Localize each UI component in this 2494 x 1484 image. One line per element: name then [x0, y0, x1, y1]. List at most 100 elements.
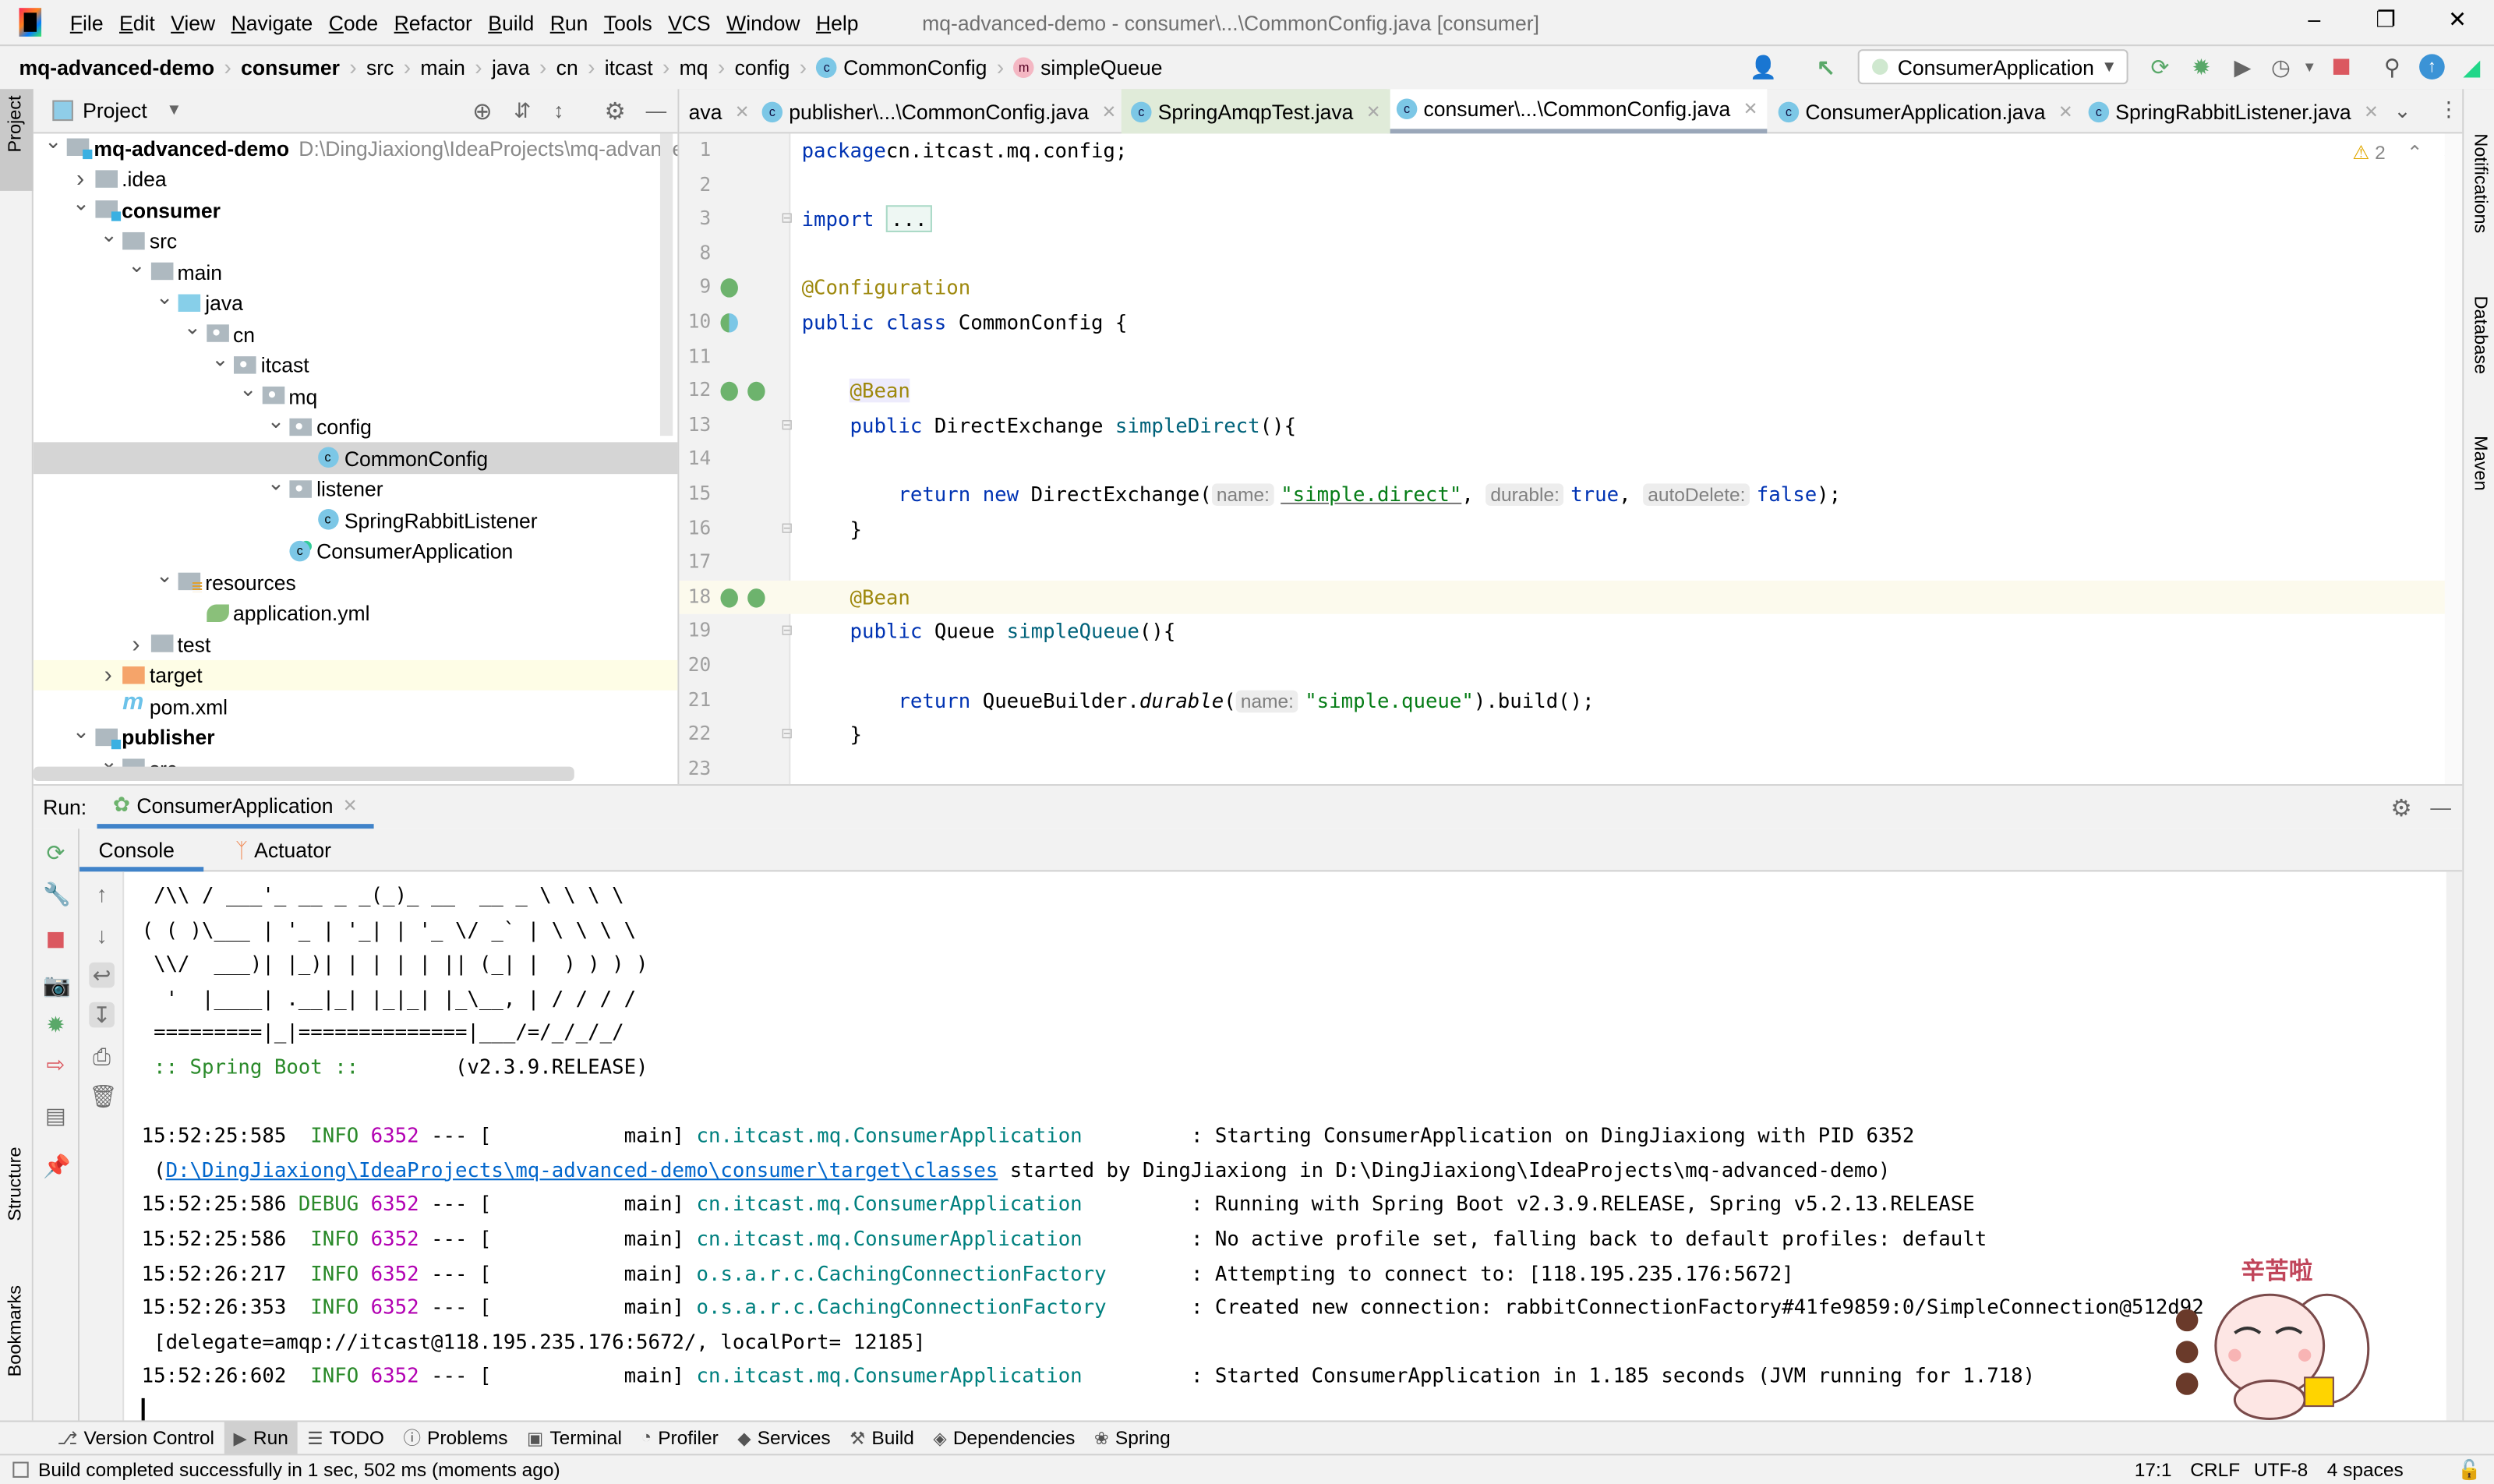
file-path-link[interactable]: D:\DingJiaxiong\IdeaProjects\mq-advanced… [166, 1157, 998, 1182]
spring-bean-icon[interactable] [747, 382, 765, 401]
caret-position[interactable]: 17:1 [2135, 1458, 2172, 1481]
run-tab[interactable]: ✿ ConsumerApplication ✕ [97, 786, 373, 829]
tree-item[interactable]: c ConsumerApplication [34, 535, 678, 567]
breadcrumb-class[interactable]: CommonConfig [843, 55, 987, 79]
trash-icon[interactable]: 🗑 [89, 1083, 117, 1109]
folded-imports[interactable]: ... [885, 205, 932, 233]
rerun-icon[interactable]: ⟳ [43, 840, 69, 866]
close-tab-icon[interactable]: ✕ [343, 794, 358, 814]
tree-item[interactable]: ⌄ config [34, 408, 678, 443]
tool-window-profiler[interactable]: ◔ Profiler [631, 1421, 728, 1454]
chevron-right-icon[interactable]: › [72, 165, 88, 193]
tree-item[interactable]: ⌄ java [34, 284, 678, 319]
hide-icon[interactable]: — [646, 99, 667, 123]
tool-window-spring[interactable]: ❀ Spring [1085, 1421, 1180, 1454]
profile-icon[interactable]: ◷ [2268, 54, 2294, 80]
gear-icon[interactable]: ⚙ [605, 96, 626, 125]
code-editor[interactable]: 1 packagecn.itcast.mq.config; 2 3 ⊟ import ..… [679, 133, 2463, 785]
tab-console[interactable]: Console [79, 829, 204, 872]
layout-icon[interactable]: ▤ [43, 1102, 69, 1128]
status-message[interactable]: Build completed successfully in 1 sec, 5… [38, 1458, 560, 1481]
breadcrumb-item[interactable]: itcast [605, 55, 653, 79]
debug-icon[interactable]: ✹ [43, 1012, 69, 1037]
chevron-down-icon[interactable]: ▼ [166, 102, 182, 119]
print-icon[interactable]: ⎙ [89, 1044, 115, 1069]
menu-navigate[interactable]: Navigate [231, 10, 313, 34]
tree-item[interactable]: ⌄ itcast [34, 346, 678, 380]
fold-icon[interactable]: ⊟ [781, 615, 793, 649]
console-output[interactable]: /\\ / ___'_ __ _ _(_)_ __ __ _ \ \ \ \ ( … [124, 871, 2446, 1422]
login-icon[interactable]: ⇨ [43, 1051, 69, 1077]
close-tab-icon[interactable]: ✕ [2364, 101, 2379, 122]
scroll-to-end-icon[interactable]: ↧ [89, 1002, 115, 1028]
more-icon[interactable]: ⋮ [2439, 97, 2460, 122]
tool-window-version-control[interactable]: ⎇ Version Control [48, 1421, 224, 1454]
close-tab-icon[interactable]: ✕ [735, 101, 750, 122]
chevron-down-icon[interactable]: ⌄ [156, 284, 173, 310]
file-encoding[interactable]: UTF-8 [2254, 1458, 2308, 1481]
spring-bean-icon[interactable] [720, 588, 738, 608]
editor-tab[interactable]: c SpringRabbitListener.java ✕ [2079, 89, 2388, 133]
spring-bean-icon[interactable] [747, 588, 765, 608]
horizontal-scrollbar[interactable] [33, 766, 574, 782]
build-hammer-icon[interactable]: ↖ [1814, 54, 1839, 80]
chevron-down-icon[interactable]: ⌄ [72, 191, 90, 217]
chevron-right-icon[interactable]: › [128, 631, 143, 658]
menu-edit[interactable]: Edit [119, 10, 155, 34]
menu-help[interactable]: Help [816, 10, 859, 34]
tree-item[interactable]: ⌄ cn [34, 316, 678, 350]
tree-item[interactable]: › test [34, 629, 678, 660]
breadcrumb-item[interactable]: config [735, 55, 790, 79]
tool-window-todo[interactable]: ☰ TODO [298, 1421, 394, 1454]
close-tab-icon[interactable]: ✕ [1743, 99, 1758, 119]
menu-file[interactable]: File [70, 10, 104, 34]
tree-item[interactable]: application.yml [34, 598, 678, 629]
project-tool-button[interactable]: Project [0, 89, 34, 191]
tree-item[interactable]: › target [33, 659, 678, 691]
status-toggle-icon[interactable] [12, 1461, 29, 1478]
stop-icon[interactable] [2329, 54, 2354, 80]
breadcrumb-item[interactable]: mq [680, 55, 708, 79]
breadcrumb-item[interactable]: src [366, 55, 394, 79]
tool-window-services[interactable]: ◆ Services [728, 1421, 840, 1454]
menu-view[interactable]: View [171, 10, 215, 34]
lock-icon[interactable]: 🔓 [2457, 1458, 2482, 1481]
notifications-tool-button[interactable]: Notifications [2470, 133, 2489, 233]
tree-item[interactable]: c CommonConfig [33, 442, 678, 474]
arrow-down-icon[interactable]: ↓ [89, 923, 115, 949]
editor-tab[interactable]: c ConsumerApplication.java ✕ [1768, 89, 2082, 133]
project-view-select[interactable]: Project [83, 99, 147, 123]
expand-all-icon[interactable]: ⇵ [514, 98, 531, 124]
debug-icon[interactable]: ✹ [2188, 54, 2214, 80]
hide-icon[interactable]: — [2430, 795, 2451, 819]
tool-window-run[interactable]: ▶ Run [224, 1421, 299, 1455]
close-icon[interactable]: ✕ [2442, 6, 2474, 34]
breadcrumb-item[interactable]: mq-advanced-demo [19, 55, 214, 79]
tree-item[interactable]: ⌄ listener [34, 471, 678, 505]
chevron-down-icon[interactable]: ⌄ [211, 346, 228, 372]
jetbrains-toolbox-icon[interactable]: ◢ [2459, 54, 2485, 80]
spring-class-icon[interactable] [720, 313, 738, 333]
editor-tab[interactable]: c SpringAmqpTest.java ✕ [1121, 89, 1390, 134]
breadcrumb-item[interactable]: consumer [241, 55, 340, 79]
editor-tab[interactable]: c consumer\...\CommonConfig.java ✕ [1387, 89, 1768, 134]
chevron-down-icon[interactable]: ⌄ [239, 377, 256, 403]
tool-window-problems[interactable]: ⓘ Problems [394, 1421, 518, 1454]
stop-icon[interactable] [43, 928, 69, 953]
account-icon[interactable]: 👤 [1750, 54, 1778, 80]
tree-item[interactable]: ⌄ consumer [34, 191, 678, 225]
wrench-icon[interactable]: 🔧 [43, 882, 71, 907]
close-tab-icon[interactable]: ✕ [1101, 101, 1116, 122]
menu-refactor[interactable]: Refactor [394, 10, 472, 34]
arrow-up-icon[interactable]: ↑ [89, 882, 115, 907]
database-tool-button[interactable]: Database [2470, 296, 2489, 374]
bookmarks-tool-button[interactable]: Bookmarks [6, 1285, 25, 1376]
spring-bean-icon[interactable] [720, 278, 738, 299]
tree-item[interactable]: m pom.xml [34, 690, 678, 722]
tree-item[interactable]: › .idea [34, 164, 678, 195]
tree-item[interactable]: ⌄ resources [34, 564, 678, 598]
editor-tab[interactable]: c publisher\...\CommonConfig.java ✕ [752, 89, 1125, 133]
search-icon[interactable]: ⚲ [2379, 54, 2405, 80]
camera-icon[interactable]: 📷 [43, 972, 71, 998]
breadcrumb-item[interactable]: main [420, 55, 465, 79]
